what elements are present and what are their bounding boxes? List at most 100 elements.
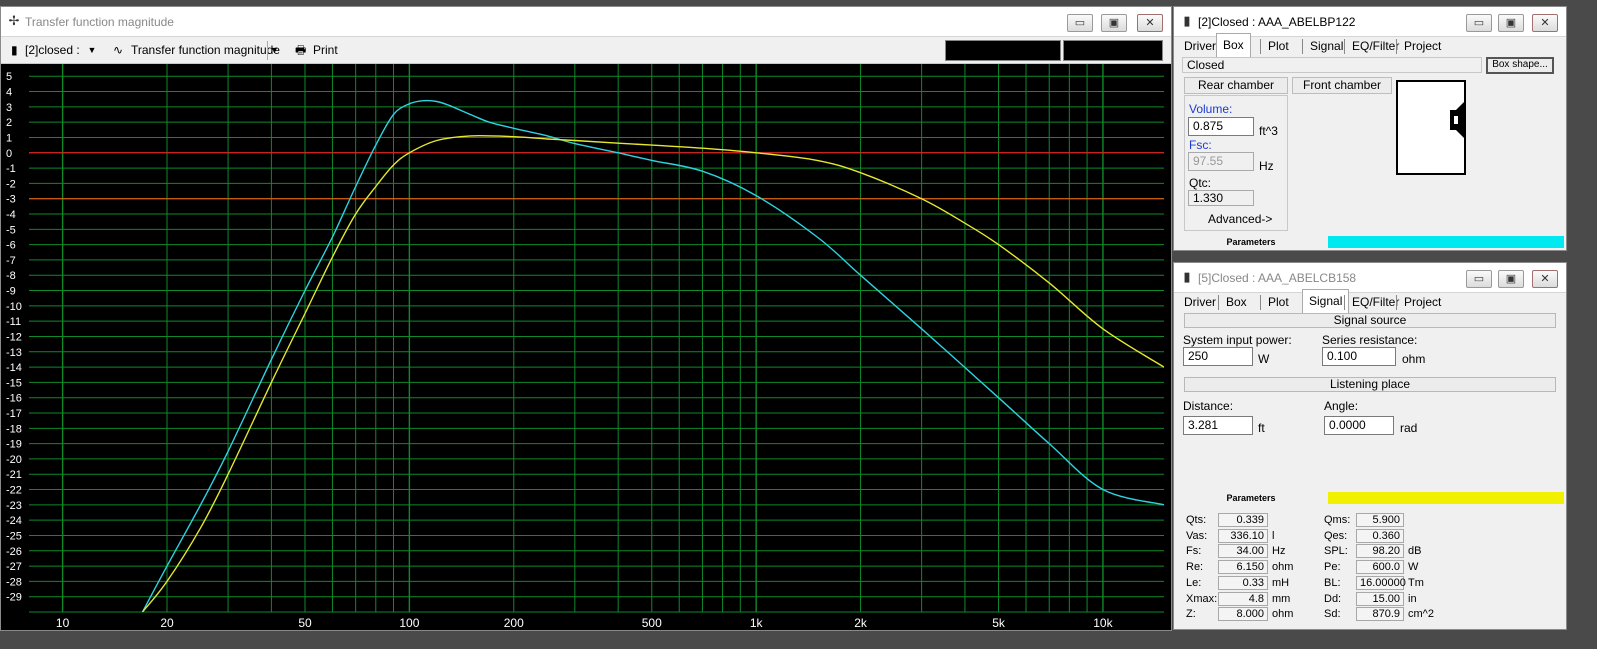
y-tick-label: -17 [6, 408, 22, 420]
angle-unit: rad [1400, 421, 1418, 435]
series-resistance-unit: ohm [1402, 352, 1426, 366]
param-label: Fs: [1186, 545, 1202, 558]
tab-separator [1260, 39, 1261, 54]
param-value: 15.00 [1356, 591, 1404, 606]
tab-signal[interactable]: Signal [1304, 35, 1349, 57]
tab-plot[interactable]: Plot [1262, 35, 1295, 57]
box-shape-button[interactable]: Box shape... [1486, 57, 1554, 74]
param-value: 600.0 [1356, 560, 1404, 575]
tab-separator [1260, 295, 1261, 310]
fsc-label: Fsc: [1189, 138, 1212, 152]
angle-input[interactable]: 0.0000 [1324, 416, 1394, 435]
signal-window-titlebar[interactable]: ▮ [5]Closed : AAA_ABELCB158 ▭ ▣ ✕ [1174, 263, 1566, 293]
x-tick-label: 5k [992, 616, 1006, 630]
minimize-button[interactable]: ▭ [1466, 14, 1492, 32]
y-tick-label: 0 [6, 148, 12, 160]
close-button[interactable]: ✕ [1137, 14, 1163, 32]
signal-window: ▮ [5]Closed : AAA_ABELCB158 ▭ ▣ ✕ Driver… [1173, 262, 1567, 630]
param-value: 0.360 [1356, 528, 1404, 543]
y-tick-label: -14 [6, 362, 22, 374]
tab-signal[interactable]: Signal [1302, 289, 1350, 313]
y-tick-label: -29 [6, 592, 22, 604]
maximize-button[interactable]: ▣ [1498, 270, 1524, 288]
tab-box[interactable]: Box [1216, 33, 1251, 57]
y-tick-label: -26 [6, 546, 22, 558]
magnitude-plot[interactable]: 5 4 3 2 1 0 -1 -2 -3 -4 -5 -6 -7 -8 -9 -10 -11 -12 -13 -14-… [1, 64, 1171, 630]
qtc-field: 1.330 [1188, 190, 1254, 206]
chevron-down-icon[interactable]: ▼ [267, 41, 281, 60]
tab-separator [1218, 295, 1219, 310]
magnitude-chart-svg: 543210-1-2-3-4-5-6-7-8-9-10-11-12-13-14-… [1, 64, 1171, 630]
tab-separator [1344, 39, 1345, 54]
y-tick-label: -5 [6, 224, 16, 236]
print-button[interactable]: Print [313, 41, 338, 60]
tab-box[interactable]: Box [1220, 291, 1253, 313]
param-unit: ohm [1272, 608, 1294, 621]
y-tick-label: -7 [6, 255, 16, 267]
param-label: Le: [1186, 576, 1202, 589]
param-unit: Hz [1272, 545, 1286, 558]
series-resistance-input[interactable]: 0.100 [1322, 347, 1396, 366]
y-tick-label: -12 [6, 331, 22, 343]
chevron-down-icon[interactable]: ▼ [85, 41, 99, 60]
y-tick-label: 3 [6, 102, 12, 114]
y-tick-label: -19 [6, 439, 22, 451]
y-tick-label: -27 [6, 561, 22, 573]
plot-window-titlebar[interactable]: ✢ Transfer function magnitude ▭ ▣ ✕ [1, 7, 1171, 37]
distance-input[interactable]: 3.281 [1183, 416, 1253, 435]
box-window: ▮ [2]Closed : AAA_ABELBP122 ▭ ▣ ✕ Driver… [1173, 6, 1567, 251]
input-power-input[interactable]: 250 [1183, 347, 1253, 366]
y-tick-label: -21 [6, 469, 22, 481]
fsc-unit: Hz [1259, 159, 1274, 173]
box-shape-preview [1396, 80, 1466, 175]
param-label: Qes: [1324, 529, 1348, 542]
tab-separator [1302, 39, 1303, 54]
input-power-unit: W [1258, 352, 1270, 366]
fsc-field: 97.55 [1188, 152, 1254, 171]
y-tick-label: -8 [6, 270, 16, 282]
y-tick-label: 2 [6, 117, 12, 129]
param-unit: mH [1272, 576, 1290, 589]
y-tick-label: -11 [6, 316, 21, 328]
tab-plot[interactable]: Plot [1262, 291, 1295, 313]
y-tick-label: 5 [6, 71, 12, 83]
project-icon: ▮ [1183, 13, 1191, 28]
minimize-button[interactable]: ▭ [1466, 270, 1492, 288]
close-button[interactable]: ✕ [1532, 14, 1558, 32]
tab-driver[interactable]: Driver [1178, 291, 1222, 313]
project-icon: ▮ [1183, 269, 1191, 284]
param-label: Xmax: [1186, 592, 1218, 605]
param-label: Z: [1186, 608, 1196, 621]
y-tick-label: 4 [6, 87, 12, 99]
advanced-button[interactable]: Advanced-> [1208, 212, 1272, 226]
y-tick-label: -24 [6, 515, 22, 527]
maximize-button[interactable]: ▣ [1101, 14, 1127, 32]
box-type-field[interactable]: Closed [1182, 57, 1482, 73]
tab-project[interactable]: Project [1398, 35, 1447, 57]
listening-place-header: Listening place [1184, 377, 1556, 392]
y-tick-label: -10 [6, 301, 22, 313]
minimize-button[interactable]: ▭ [1067, 14, 1093, 32]
param-value: 5.900 [1356, 513, 1404, 527]
plot-toolbar: ▮ [2]closed : ▼ ∿ Transfer function magn… [1, 37, 1171, 64]
project-select[interactable]: [2]closed : [25, 41, 80, 60]
distance-label: Distance: [1183, 399, 1234, 413]
tab-separator [1396, 39, 1397, 54]
plot-background [1, 64, 1171, 630]
signal-params-label: Parameters [1226, 493, 1276, 503]
x-tick-label: 1k [750, 616, 764, 630]
signal-window-title: [5]Closed : AAA_ABELCB158 [1198, 271, 1357, 285]
volume-input[interactable]: 0.875 [1188, 117, 1254, 136]
rear-chamber-button[interactable]: Rear chamber [1184, 77, 1288, 94]
param-label: Re: [1186, 561, 1204, 574]
close-button[interactable]: ✕ [1532, 270, 1558, 288]
param-unit: dB [1408, 545, 1422, 558]
param-value: 0.339 [1218, 513, 1268, 527]
tab-project[interactable]: Project [1398, 291, 1447, 313]
front-chamber-button[interactable]: Front chamber [1292, 77, 1392, 94]
maximize-button[interactable]: ▣ [1498, 14, 1524, 32]
y-tick-label: -16 [6, 393, 22, 405]
param-unit: in [1408, 592, 1417, 605]
project-icon: ▮ [11, 43, 18, 57]
mode-select[interactable]: Transfer function magnitude [131, 41, 280, 60]
